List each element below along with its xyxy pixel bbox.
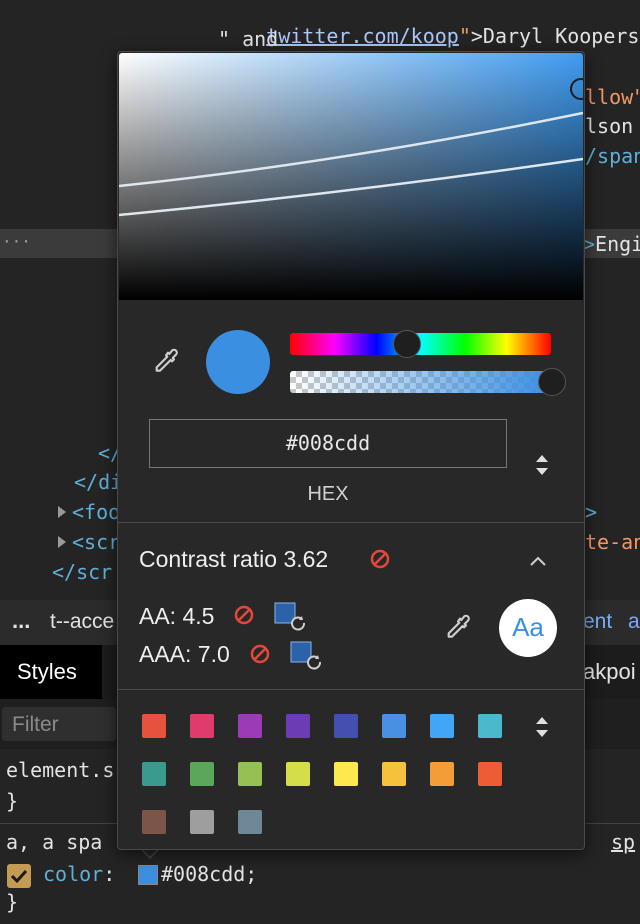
palette-swatch[interactable] (334, 762, 358, 786)
palette-swatch[interactable] (142, 810, 166, 834)
property-checkbox[interactable] (7, 864, 31, 888)
palette-switcher-button[interactable] (534, 713, 550, 741)
code-line-footer-end: > (585, 500, 598, 524)
rule-close-brace-2: } (6, 890, 19, 914)
code-line-script[interactable]: <scr (72, 530, 120, 554)
property-value[interactable]: #008cdd; (161, 862, 257, 886)
aaa-label: AAA: 7.0 (139, 641, 230, 667)
color-picker-popover: #008cdd HEX Contrast ratio 3.62 AA: 4.5 … (117, 51, 585, 850)
code-line-follow: llow" (585, 85, 640, 109)
hex-input[interactable]: #008cdd (149, 419, 507, 468)
format-toggle-button[interactable] (534, 451, 550, 479)
palette-swatch[interactable] (334, 714, 358, 738)
up-down-arrows-icon (536, 455, 548, 475)
collapse-chevron-icon[interactable] (528, 554, 548, 568)
palette-swatch[interactable] (382, 714, 406, 738)
swatch-refresh-icon (290, 641, 323, 672)
aa-fix-button[interactable] (273, 602, 313, 634)
rule-selector-2[interactable]: a, a spa (6, 830, 102, 854)
contrast-ratio-value: 3.62 (283, 546, 329, 572)
code-url[interactable]: twitter.com/koop (266, 24, 459, 48)
section-divider (118, 522, 584, 523)
background-eyedropper-button[interactable] (442, 612, 474, 644)
palette-swatch[interactable] (190, 810, 214, 834)
more-breadcrumbs-button[interactable]: ... (12, 608, 30, 634)
checkmark-icon (10, 869, 28, 884)
filter-input[interactable]: Filter (2, 707, 116, 741)
breadcrumb-item-right[interactable]: ent (583, 610, 612, 634)
eyedropper-icon (447, 614, 470, 638)
code-ellipsis[interactable]: ··· (2, 232, 31, 251)
saturation-value-area[interactable] (119, 53, 583, 300)
contrast-ratio-label: Contrast ratio (139, 546, 278, 572)
up-down-arrows-icon (536, 717, 548, 737)
code-line-script-end: te-an (585, 530, 640, 554)
code-line-span: /span (585, 144, 640, 168)
palette-swatch[interactable] (142, 762, 166, 786)
palette-swatch[interactable] (430, 762, 454, 786)
filter-placeholder: Filter (12, 713, 59, 736)
code-line-engi: >Engi (583, 232, 640, 256)
no-icon (369, 548, 391, 574)
contrast-preview: Aa (499, 599, 557, 657)
rule-selector[interactable]: element.s (6, 758, 114, 782)
palette-swatch[interactable] (238, 810, 262, 834)
rule-source-link[interactable]: sp (611, 830, 635, 854)
contrast-preview-text: Aa (512, 612, 544, 642)
code-text: >Daryl Koopersm (470, 24, 640, 48)
palette-swatch[interactable] (238, 762, 262, 786)
eyedropper-button[interactable] (150, 346, 182, 378)
property-colon: : (103, 862, 128, 886)
tab-styles-label: Styles (17, 659, 77, 684)
breadcrumb-item-right2[interactable]: a (628, 610, 640, 634)
section-divider (118, 689, 584, 690)
palette-swatch[interactable] (478, 762, 502, 786)
code-quote: " (458, 24, 471, 48)
aa-label: AA: 4.5 (139, 603, 215, 629)
tab-breakpoints[interactable]: akpoi (583, 659, 636, 685)
code-line-lson: lson (585, 114, 634, 138)
aaa-fix-button[interactable] (289, 641, 329, 673)
color-swatch-button[interactable] (138, 865, 158, 885)
contrast-ratio-heading: Contrast ratio 3.62 (139, 546, 328, 573)
hue-slider-thumb[interactable] (393, 330, 421, 358)
palette-swatch[interactable] (286, 714, 310, 738)
contrast-threshold-lines (119, 111, 583, 217)
no-icon (249, 643, 271, 669)
code-line-footer[interactable]: <foo (72, 500, 120, 524)
current-color-preview (206, 330, 270, 394)
color-format-label: HEX (307, 483, 349, 505)
palette-swatch[interactable] (142, 714, 166, 738)
eyedropper-icon (155, 348, 178, 372)
swatch-refresh-icon (274, 602, 307, 633)
expand-triangle-icon[interactable] (58, 506, 66, 518)
code-line-and: " and (218, 27, 279, 51)
palette-swatch[interactable] (478, 714, 502, 738)
palette-swatch[interactable] (286, 762, 310, 786)
rule-close-brace: } (6, 789, 19, 813)
palette-swatch[interactable] (190, 762, 214, 786)
code-line-close-script: </scr (52, 560, 113, 584)
tab-styles[interactable]: Styles (0, 645, 102, 699)
breadcrumb-item[interactable]: t--acce (50, 610, 114, 634)
palette-swatch[interactable] (430, 714, 454, 738)
alpha-slider[interactable] (290, 371, 551, 393)
palette-swatch[interactable] (382, 762, 406, 786)
palette-swatch[interactable] (238, 714, 262, 738)
expand-triangle-icon[interactable] (58, 536, 66, 548)
property-name[interactable]: color (43, 862, 103, 886)
no-icon (233, 604, 255, 630)
hex-input-value: #008cdd (285, 431, 371, 455)
alpha-slider-thumb[interactable] (538, 368, 566, 396)
code-line-close-div: </di (74, 470, 123, 494)
palette-swatch[interactable] (190, 714, 214, 738)
